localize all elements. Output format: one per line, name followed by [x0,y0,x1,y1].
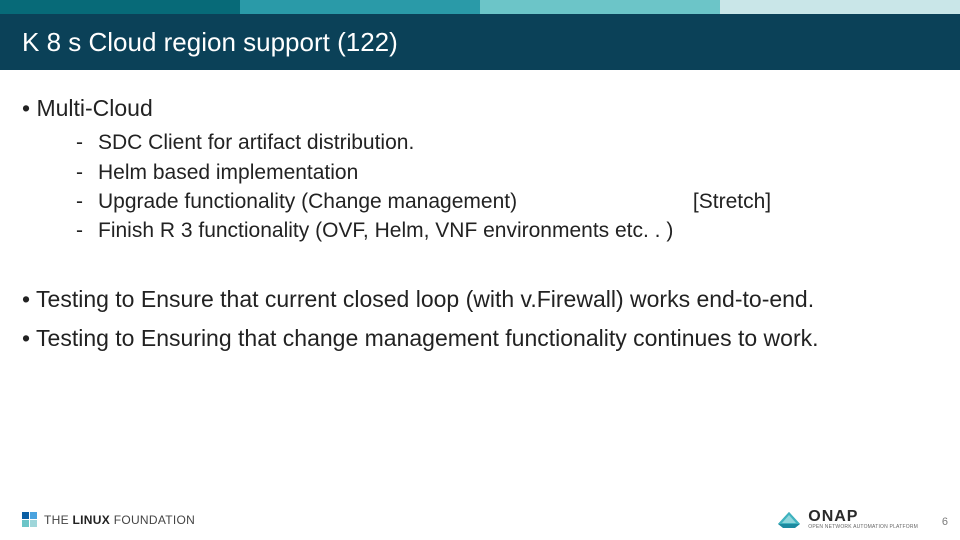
onap-small: OPEN NETWORK AUTOMATION PLATFORM [808,525,918,530]
sub-bullet-text: SDC Client for artifact distribution. [98,129,938,156]
accent-seg-3 [480,0,720,14]
lf-logo-text: THE LINUX FOUNDATION [44,513,195,527]
footer: THE LINUX FOUNDATION ONAP OPEN NETWORK A… [0,496,960,540]
slide: K 8 s Cloud region support (122) Multi-C… [0,0,960,540]
dash-icon: - [76,159,98,186]
sub-bullet-text: Helm based implementation [98,159,938,186]
lf-the: THE [44,513,69,527]
onap-logo-text: ONAP OPEN NETWORK AUTOMATION PLATFORM [808,509,918,530]
sub-bullet: - SDC Client for artifact distribution. [76,129,938,156]
linux-foundation-logo: THE LINUX FOUNDATION [22,512,195,528]
accent-strip [0,0,960,14]
stretch-note: [Stretch] [693,188,771,215]
onap-mark-icon [776,510,802,530]
dash-icon: - [76,188,98,215]
lf-linux: LINUX [73,513,111,527]
dash-icon: - [76,129,98,156]
sub-bullet: - Upgrade functionality (Change manageme… [76,188,938,215]
sub-bullet: - Helm based implementation [76,159,938,186]
slide-title: K 8 s Cloud region support (122) [0,27,398,58]
accent-seg-2 [240,0,480,14]
lf-foundation: FOUNDATION [114,513,195,527]
dash-icon: - [76,217,98,244]
spacer [22,247,938,275]
accent-seg-4 [720,0,960,14]
sub-bullet-main: Upgrade functionality (Change management… [98,190,517,213]
slide-body: Multi-Cloud - SDC Client for artifact di… [22,84,938,354]
sub-bullet-text: Upgrade functionality (Change management… [98,188,938,215]
lf-mark-icon [22,512,38,528]
onap-big: ONAP [808,509,918,525]
sub-bullet: - Finish R 3 functionality (OVF, Helm, V… [76,217,938,244]
title-bar: K 8 s Cloud region support (122) [0,14,960,70]
sub-bullet-text: Finish R 3 functionality (OVF, Helm, VNF… [98,217,938,244]
accent-seg-1 [0,0,240,14]
sub-bullet-list: - SDC Client for artifact distribution. … [76,129,938,244]
bullet-multicloud: Multi-Cloud [22,94,938,123]
bullet-testing-closed-loop: Testing to Ensure that current closed lo… [22,285,938,314]
bullet-testing-change-mgmt: Testing to Ensuring that change manageme… [22,324,938,353]
page-number: 6 [942,516,948,528]
onap-logo: ONAP OPEN NETWORK AUTOMATION PLATFORM [776,509,918,530]
